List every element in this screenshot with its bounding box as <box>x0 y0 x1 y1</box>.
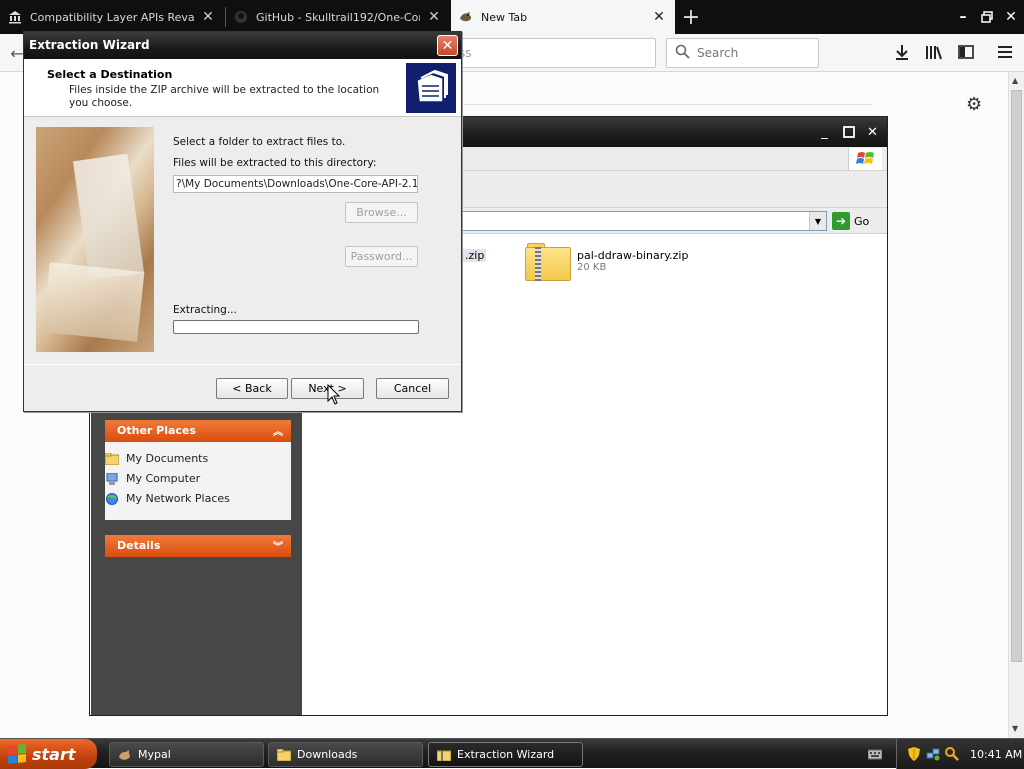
extraction-progress-bar <box>173 320 419 334</box>
destination-path-value: ?\My Documents\Downloads\One-Core-API-2.… <box>176 178 418 190</box>
zip-folders-icon <box>406 63 456 113</box>
divider <box>24 364 461 365</box>
close-icon[interactable]: ✕ <box>437 35 458 56</box>
taskbar-item-extraction-wizard[interactable]: Extraction Wizard <box>428 742 583 767</box>
security-shield-icon[interactable] <box>907 747 921 761</box>
tab-title: New Tab <box>481 10 528 24</box>
gear-icon[interactable]: ⚙ <box>966 94 982 115</box>
wizard-title: Extraction Wizard <box>29 38 150 52</box>
start-button[interactable]: start <box>0 739 97 769</box>
tab-close-icon[interactable]: ✕ <box>200 9 216 25</box>
extraction-wizard-dialog: Extraction Wizard ✕ Select a Destination… <box>23 31 462 412</box>
museum-icon <box>8 10 22 24</box>
computer-icon <box>106 472 118 485</box>
tab-new-tab[interactable]: New Tab ✕ <box>451 0 675 34</box>
taskbar-item-mypal[interactable]: Mypal <box>109 742 264 767</box>
chevron-down-icon[interactable]: ▼ <box>809 212 826 230</box>
other-places-title: Other Places <box>117 424 196 437</box>
search-icon <box>675 44 690 63</box>
details-title: Details <box>117 539 161 552</box>
back-button[interactable]: < Back <box>216 378 288 399</box>
file-name: .zip <box>465 249 485 262</box>
extracting-label: Extracting... <box>173 304 237 316</box>
destination-path-field[interactable]: ?\My Documents\Downloads\One-Core-API-2.… <box>173 175 418 193</box>
folder-icon <box>277 748 291 761</box>
download-icon[interactable] <box>891 41 913 63</box>
tab-compatibility-layer[interactable]: Compatibility Layer APIs Revamped ✕ <box>0 0 224 34</box>
network-icon <box>106 492 118 505</box>
search-placeholder: Search <box>697 46 739 60</box>
cancel-button[interactable]: Cancel <box>376 378 449 399</box>
restore-icon[interactable] <box>976 6 998 28</box>
windows-flag-icon <box>8 744 26 764</box>
keyboard-icon[interactable] <box>868 747 882 761</box>
place-my-documents[interactable]: My Documents <box>105 452 208 465</box>
place-my-computer[interactable]: My Computer <box>105 472 200 485</box>
network-tray-icon[interactable] <box>926 747 940 761</box>
github-icon <box>234 10 248 24</box>
wizard-step-subtitle: Files inside the ZIP archive will be ext… <box>69 84 380 109</box>
directory-label: Files will be extracted to this director… <box>173 157 377 169</box>
mouse-cursor-icon <box>327 384 341 405</box>
clock[interactable]: 10:41 AM <box>970 748 1022 761</box>
go-label: Go <box>854 214 870 228</box>
go-button[interactable]: ➔ Go <box>832 211 869 231</box>
search-input[interactable]: Search <box>666 38 819 68</box>
wizard-side-image <box>36 127 154 352</box>
new-tab-button[interactable]: + <box>678 4 704 30</box>
place-my-network-places[interactable]: My Network Places <box>105 492 230 505</box>
search-tray-icon[interactable] <box>945 747 959 761</box>
place-label: My Documents <box>126 452 209 465</box>
taskbar-item-label: Downloads <box>297 748 358 761</box>
tab-title: Compatibility Layer APIs Revamped <box>30 10 194 24</box>
taskbar: start Mypal Downloads Extraction Wizard … <box>0 738 1024 769</box>
zip-folder-icon <box>525 243 571 281</box>
wizard-title-bar[interactable]: Extraction Wizard ✕ <box>24 32 461 59</box>
place-label: My Network Places <box>126 492 230 505</box>
go-arrow-icon: ➔ <box>832 212 850 230</box>
maximize-icon[interactable] <box>839 123 858 141</box>
fox-icon <box>459 10 473 24</box>
minimize-icon[interactable]: _ <box>815 123 834 141</box>
file-name: pal-ddraw-binary.zip <box>577 249 689 262</box>
folder-icon <box>105 452 119 465</box>
password-button[interactable]: Password... <box>345 246 418 267</box>
taskbar-item-label: Extraction Wizard <box>457 748 555 761</box>
taskbar-item-label: Mypal <box>138 748 171 761</box>
select-folder-label: Select a folder to extract files to. <box>173 136 346 148</box>
file-size: 20 KB <box>577 262 607 273</box>
close-icon[interactable]: ✕ <box>1000 6 1022 28</box>
scrollbar-thumb[interactable] <box>1011 90 1022 662</box>
place-label: My Computer <box>126 472 201 485</box>
hamburger-menu-icon[interactable] <box>994 41 1016 63</box>
chevron-down-icon[interactable]: ︾ <box>273 538 283 553</box>
tab-title: GitHub - Skulltrail192/One-Core-A <box>256 10 420 24</box>
minimize-icon[interactable]: – <box>952 6 974 28</box>
mypal-icon <box>119 749 130 760</box>
start-label: start <box>32 744 76 764</box>
page-scrollbar[interactable]: ▲ ▼ <box>1008 72 1024 738</box>
tab-close-icon[interactable]: ✕ <box>651 9 667 25</box>
browser-tab-bar: Compatibility Layer APIs Revamped ✕ GitH… <box>0 0 1024 34</box>
windows-logo-icon <box>848 148 882 170</box>
chevron-up-icon[interactable]: ︽ <box>273 423 283 438</box>
zip-folder-icon <box>437 750 451 761</box>
other-places-header[interactable]: Other Places ︽ <box>105 420 291 442</box>
wizard-step-title: Select a Destination <box>47 68 173 81</box>
taskbar-item-downloads[interactable]: Downloads <box>268 742 423 767</box>
close-icon[interactable]: ✕ <box>863 123 882 141</box>
sidebar-icon[interactable] <box>955 41 977 63</box>
file-item[interactable]: .zip <box>463 249 487 262</box>
library-icon[interactable] <box>923 41 945 63</box>
system-tray: 10:41 AM <box>896 739 1024 769</box>
tab-github[interactable]: GitHub - Skulltrail192/One-Core-A ✕ <box>226 0 450 34</box>
details-header[interactable]: Details ︾ <box>105 535 291 557</box>
tab-close-icon[interactable]: ✕ <box>426 9 442 25</box>
file-item[interactable]: pal-ddraw-binary.zip 20 KB <box>525 243 688 281</box>
wizard-header: Select a Destination Files inside the ZI… <box>24 59 461 117</box>
browse-button[interactable]: Browse... <box>345 202 418 223</box>
